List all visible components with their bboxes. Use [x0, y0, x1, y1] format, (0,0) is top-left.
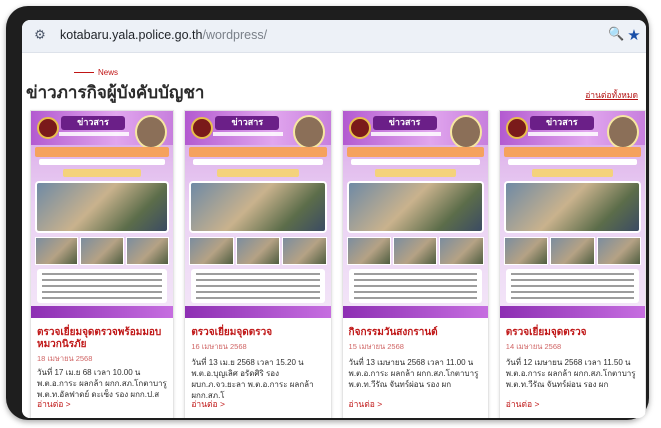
- section-eyebrow: News: [74, 68, 118, 77]
- news-date: 18 เมษายน 2568: [37, 354, 93, 363]
- news-card[interactable]: ข่าวสาร ตรวจเยี่ยมจุดตรวจ 14 เมษายน 2568…: [498, 110, 646, 418]
- police-seal-icon: [37, 117, 59, 139]
- news-title[interactable]: ตรวจเยี่ยมจุดตรวจพร้อมมอบหมวกนิรภัย: [37, 327, 173, 351]
- news-date: 14 เมษายน 2568: [505, 342, 562, 351]
- commander-portrait: [292, 115, 325, 149]
- browser-screen: ⚙ kotabaru.yala.police.go.th/wordpress/ …: [22, 20, 646, 418]
- poster-headline: ข่าวสาร: [372, 116, 437, 130]
- news-title[interactable]: ตรวจเยี่ยมจุดตรวจ: [191, 327, 329, 339]
- police-seal-icon: [348, 117, 371, 139]
- news-poster-image[interactable]: ข่าวสาร: [31, 111, 174, 318]
- news-excerpt: วันที่ 12 เมษายน 2568 เวลา 11.50 น พ.ต.อ…: [505, 358, 636, 389]
- news-excerpt: วันที่ 13 เม.ย 2568 เวลา 15.20 น พ.ต.อ.บ…: [191, 358, 314, 400]
- poster-headline: ข่าวสาร: [215, 116, 280, 130]
- news-excerpt: วันที่ 17 เม.ย 68 เวลา 10.00 น พ.ต.อ.การ…: [37, 368, 167, 399]
- read-more-link[interactable]: อ่านต่อ >: [37, 397, 71, 411]
- news-poster-image[interactable]: ข่าวสาร: [185, 111, 331, 318]
- section-title: ข่าวภารกิจผู้บังคับบัญชา: [26, 83, 205, 103]
- zoom-icon[interactable]: 🔍: [608, 27, 624, 43]
- news-card[interactable]: ข่าวสาร ตรวจเยี่ยมจุดตรวจ 16 เมษายน 2568…: [184, 110, 332, 418]
- address-bar[interactable]: ⚙ kotabaru.yala.police.go.th/wordpress/ …: [22, 20, 646, 53]
- news-card[interactable]: ข่าวสาร ตรวจเยี่ยมจุดตรวจพร้อมมอบหมวกนิร…: [30, 110, 175, 418]
- monitor-bezel: ⚙ kotabaru.yala.police.go.th/wordpress/ …: [6, 6, 649, 420]
- photo-frame: ⚙ kotabaru.yala.police.go.th/wordpress/ …: [0, 0, 661, 428]
- read-more-link[interactable]: อ่านต่อ >: [349, 397, 383, 411]
- commander-portrait: [607, 115, 640, 149]
- bookmark-star-icon[interactable]: ★: [626, 26, 642, 44]
- news-poster-image[interactable]: ข่าวสาร: [342, 111, 488, 318]
- news-card[interactable]: ข่าวสาร กิจกรรมวันสงกรานต์ 15 เมษายน 256…: [341, 110, 489, 418]
- news-date: 16 เมษายน 2568: [191, 342, 247, 351]
- news-date: 15 เมษายน 2568: [348, 342, 404, 351]
- eyebrow-text: News: [98, 68, 119, 77]
- read-more-link[interactable]: อ่านต่อ >: [191, 397, 225, 411]
- url-text[interactable]: kotabaru.yala.police.go.th/wordpress/: [60, 28, 267, 42]
- news-title[interactable]: ตรวจเยี่ยมจุดตรวจ: [506, 327, 644, 339]
- read-all-link[interactable]: อ่านต่อทั้งหมด: [585, 88, 638, 102]
- site-settings-icon[interactable]: ⚙: [32, 28, 48, 44]
- poster-headline: ข่าวสาร: [61, 116, 125, 130]
- news-grid: ข่าวสาร ตรวจเยี่ยมจุดตรวจพร้อมมอบหมวกนิร…: [30, 110, 646, 418]
- news-excerpt: วันที่ 13 เมษายน 2568 เวลา 11.00 น พ.ต.อ…: [348, 358, 479, 389]
- police-seal-icon: [505, 117, 528, 139]
- news-poster-image[interactable]: ข่าวสาร: [499, 111, 646, 318]
- news-section: News ข่าวภารกิจผู้บังคับบัญชา อ่านต่อทั้…: [22, 53, 646, 418]
- poster-headline: ข่าวสาร: [529, 116, 594, 130]
- url-path: /wordpress/: [202, 28, 268, 42]
- eyebrow-line: [74, 72, 94, 73]
- read-more-link[interactable]: อ่านต่อ >: [506, 397, 540, 411]
- url-host: kotabaru.yala.police.go.th: [60, 28, 203, 42]
- news-title[interactable]: กิจกรรมวันสงกรานต์: [349, 327, 487, 339]
- commander-portrait: [449, 115, 482, 149]
